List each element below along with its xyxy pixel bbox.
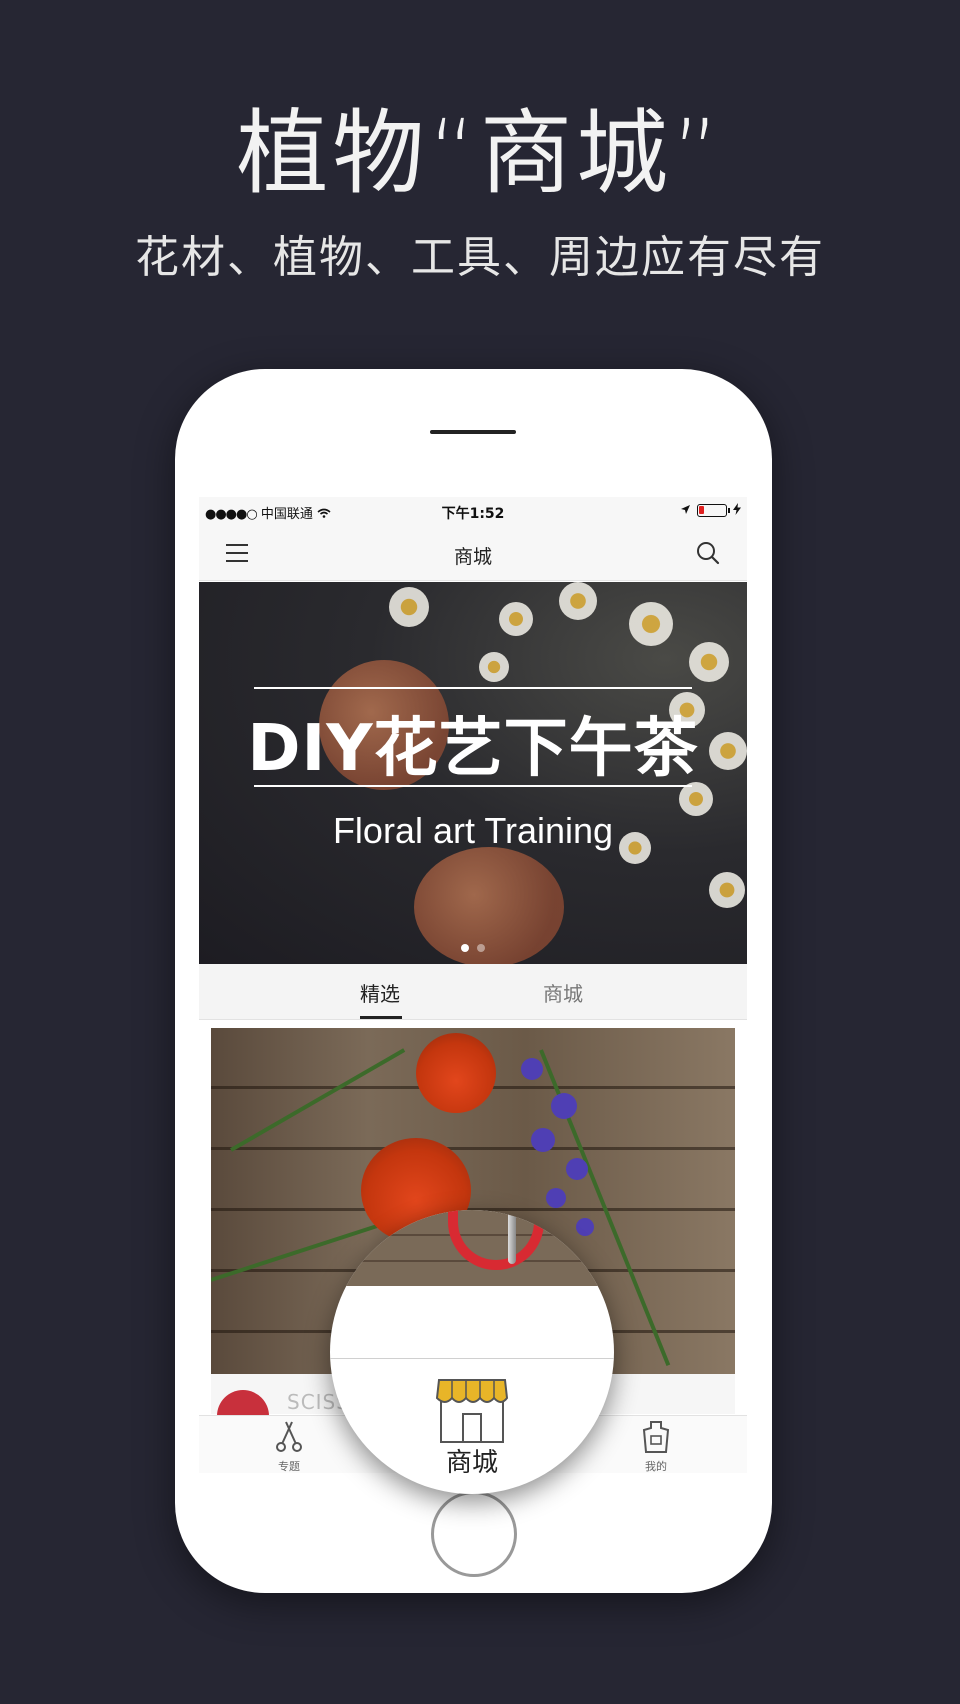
banner-decoration xyxy=(389,587,429,627)
phone-speaker xyxy=(430,430,516,434)
promo-headline: 植物“商城” xyxy=(236,100,724,207)
banner-decoration xyxy=(499,602,533,636)
banner-decoration xyxy=(709,872,745,908)
banner-pagination[interactable] xyxy=(199,944,747,952)
promo-subheadline: 花材、植物、工具、周边应有尽有 xyxy=(135,232,825,283)
tabbar-label-topics: 专题 xyxy=(278,1460,300,1473)
image-decoration xyxy=(566,1158,588,1180)
segment-tabs: 精选 商城 xyxy=(199,964,747,1020)
location-icon xyxy=(680,504,691,518)
magnified-scissor-blade xyxy=(508,1210,516,1264)
search-icon[interactable] xyxy=(695,540,721,566)
banner-title: DIY花艺下午茶 xyxy=(247,712,699,786)
image-decoration xyxy=(230,1048,406,1152)
image-decoration xyxy=(551,1093,577,1119)
banner-decoration xyxy=(479,652,509,682)
tabbar-item-topics[interactable]: 专题 xyxy=(249,1420,329,1473)
page-title: 商城 xyxy=(453,546,492,568)
tabbar-label-mall[interactable]: 商城 xyxy=(330,1442,614,1479)
banner-rule-top xyxy=(254,687,692,689)
tabbar-item-mine[interactable]: 我的 xyxy=(616,1420,696,1473)
image-decoration xyxy=(521,1058,543,1080)
apron-icon xyxy=(642,1421,670,1453)
image-decoration xyxy=(531,1128,555,1152)
shop-awning-icon[interactable] xyxy=(435,1376,509,1446)
battery-fill xyxy=(699,506,705,514)
tabbar-divider xyxy=(330,1358,614,1359)
pagination-dot[interactable] xyxy=(477,944,485,952)
battery-icon xyxy=(697,504,730,517)
banner-decoration xyxy=(689,642,729,682)
status-time: 下午1:52 xyxy=(441,506,505,522)
navigation-bar: 商城 xyxy=(199,525,747,581)
magnifier-callout: 商城 xyxy=(330,1210,614,1494)
charging-icon xyxy=(733,503,741,518)
scissors-icon xyxy=(276,1421,302,1452)
active-tab-indicator xyxy=(360,1016,402,1019)
banner-decoration xyxy=(629,602,673,646)
pagination-dot-active[interactable] xyxy=(461,944,469,952)
tab-mall[interactable]: 商城 xyxy=(543,978,583,1007)
status-bar: ●●●●○ 中国联通 下午1:52 xyxy=(199,497,747,525)
tabbar-label-mine: 我的 xyxy=(645,1460,667,1473)
banner-rule-bottom xyxy=(254,785,692,787)
promo-banner[interactable]: DIY花艺下午茶 Floral art Training xyxy=(199,582,747,964)
tab-featured[interactable]: 精选 xyxy=(360,978,400,1007)
banner-subtitle: Floral art Training xyxy=(332,810,614,851)
image-decoration xyxy=(416,1033,496,1113)
banner-decoration xyxy=(559,582,597,620)
status-right-group xyxy=(680,503,741,518)
image-decoration xyxy=(546,1188,566,1208)
home-button[interactable] xyxy=(431,1491,517,1577)
